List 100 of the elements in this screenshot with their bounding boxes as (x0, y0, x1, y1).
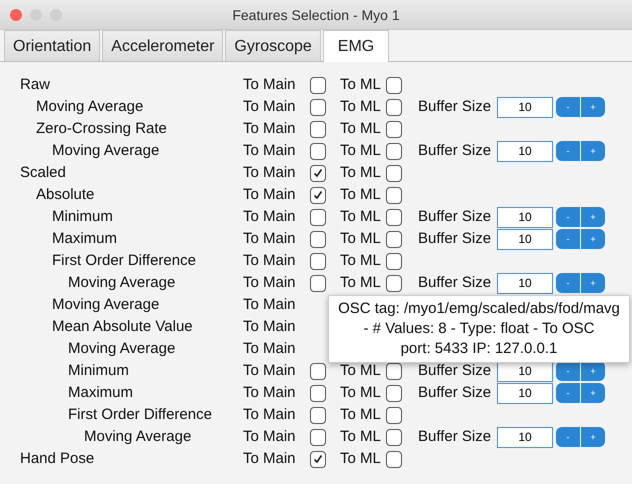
decrement-button[interactable]: - (556, 273, 580, 293)
to-main-label: To Main (243, 426, 297, 447)
increment-button[interactable]: + (581, 361, 605, 381)
checkbox[interactable] (310, 142, 326, 160)
feature-label: First Order Difference (67, 404, 213, 425)
checkbox[interactable] (310, 76, 326, 94)
checkbox[interactable] (386, 76, 402, 94)
checkbox[interactable] (310, 384, 326, 402)
to-main-label: To Main (243, 228, 297, 249)
feature-label: Moving Average (51, 140, 160, 161)
checkbox[interactable] (386, 120, 402, 138)
checkbox[interactable] (386, 98, 402, 116)
buffer-size-label: Buffer Size (417, 206, 492, 227)
checkbox[interactable] (310, 274, 326, 292)
feature-label: Maximum (67, 382, 134, 403)
buffer-size-label: Buffer Size (417, 426, 492, 447)
checkbox[interactable] (386, 186, 402, 204)
checkbox[interactable] (310, 362, 326, 380)
checkbox[interactable] (386, 252, 402, 270)
feature-label: Moving Average (51, 294, 160, 315)
to-ml-label: To ML (340, 250, 382, 271)
decrement-button[interactable]: - (556, 383, 580, 403)
increment-button[interactable]: + (581, 207, 605, 227)
to-main-label: To Main (243, 404, 297, 425)
tab[interactable]: Accelerometer (102, 30, 224, 61)
feature-label: Moving Average (83, 426, 192, 447)
checkbox[interactable] (386, 362, 402, 380)
to-main-label: To Main (243, 140, 297, 161)
buffer-size-field[interactable]: 10 (497, 96, 553, 118)
tab[interactable]: Gyroscope (225, 30, 321, 61)
to-ml-label: To ML (340, 382, 382, 403)
decrement-button[interactable]: - (556, 229, 580, 249)
checkbox[interactable] (386, 428, 402, 446)
feature-label: Mean Absolute Value (51, 316, 194, 337)
checkbox[interactable] (386, 274, 402, 292)
checkbox[interactable] (310, 208, 326, 226)
checkbox[interactable] (310, 164, 326, 182)
to-ml-label: To ML (340, 206, 382, 227)
buffer-size-field[interactable]: 10 (497, 272, 553, 294)
feature-label: Moving Average (67, 338, 176, 359)
to-ml-label: To ML (340, 404, 382, 425)
to-main-label: To Main (243, 184, 297, 205)
to-main-label: To Main (243, 338, 297, 359)
checkbox[interactable] (310, 230, 326, 248)
feature-label: Raw (19, 74, 52, 95)
to-main-label: To Main (243, 74, 297, 95)
to-ml-label: To ML (340, 272, 382, 293)
to-main-label: To Main (243, 382, 297, 403)
to-ml-label: To ML (340, 74, 382, 95)
to-ml-label: To ML (340, 448, 382, 469)
buffer-size-field[interactable]: 10 (497, 206, 553, 228)
buffer-size-label: Buffer Size (417, 382, 492, 403)
checkbox[interactable] (386, 406, 402, 424)
increment-button[interactable]: + (581, 383, 605, 403)
buffer-size-field[interactable]: 10 (497, 426, 553, 448)
to-ml-label: To ML (340, 426, 382, 447)
to-main-label: To Main (243, 206, 297, 227)
checkbox[interactable] (386, 142, 402, 160)
feature-label: Hand Pose (19, 448, 96, 469)
tab[interactable]: Orientation (4, 30, 100, 61)
buffer-size-label: Buffer Size (417, 272, 492, 293)
checkbox[interactable] (310, 120, 326, 138)
decrement-button[interactable]: - (556, 207, 580, 227)
checkbox[interactable] (310, 186, 326, 204)
decrement-button[interactable]: - (556, 97, 580, 117)
increment-button[interactable]: + (581, 229, 605, 249)
buffer-size-label: Buffer Size (417, 228, 492, 249)
checkbox[interactable] (386, 164, 402, 182)
buffer-size-field[interactable]: 10 (497, 140, 553, 162)
feature-label: Moving Average (67, 272, 176, 293)
to-main-label: To Main (243, 448, 297, 469)
to-main-label: To Main (243, 162, 297, 183)
buffer-size-field[interactable]: 10 (497, 382, 553, 404)
checkbox[interactable] (386, 230, 402, 248)
increment-button[interactable]: + (581, 97, 605, 117)
increment-button[interactable]: + (581, 427, 605, 447)
increment-button[interactable]: + (581, 273, 605, 293)
checkbox[interactable] (386, 384, 402, 402)
decrement-button[interactable]: - (556, 361, 580, 381)
to-ml-label: To ML (340, 140, 382, 161)
checkbox[interactable] (310, 406, 326, 424)
to-main-label: To Main (243, 316, 297, 337)
to-ml-label: To ML (340, 162, 382, 183)
checkbox[interactable] (310, 252, 326, 270)
to-ml-label: To ML (340, 360, 382, 381)
checkbox[interactable] (386, 208, 402, 226)
increment-button[interactable]: + (581, 141, 605, 161)
buffer-size-field[interactable]: 10 (497, 228, 553, 250)
checkbox[interactable] (310, 428, 326, 446)
checkbox[interactable] (310, 450, 326, 468)
to-ml-label: To ML (340, 96, 382, 117)
feature-label: First Order Difference (51, 250, 197, 271)
tab[interactable]: EMG (322, 30, 390, 62)
to-main-label: To Main (243, 118, 297, 139)
decrement-button[interactable]: - (556, 141, 580, 161)
checkbox[interactable] (310, 98, 326, 116)
decrement-button[interactable]: - (556, 427, 580, 447)
to-main-label: To Main (243, 360, 297, 381)
checkmark-icon (313, 168, 323, 178)
checkbox[interactable] (386, 450, 402, 468)
